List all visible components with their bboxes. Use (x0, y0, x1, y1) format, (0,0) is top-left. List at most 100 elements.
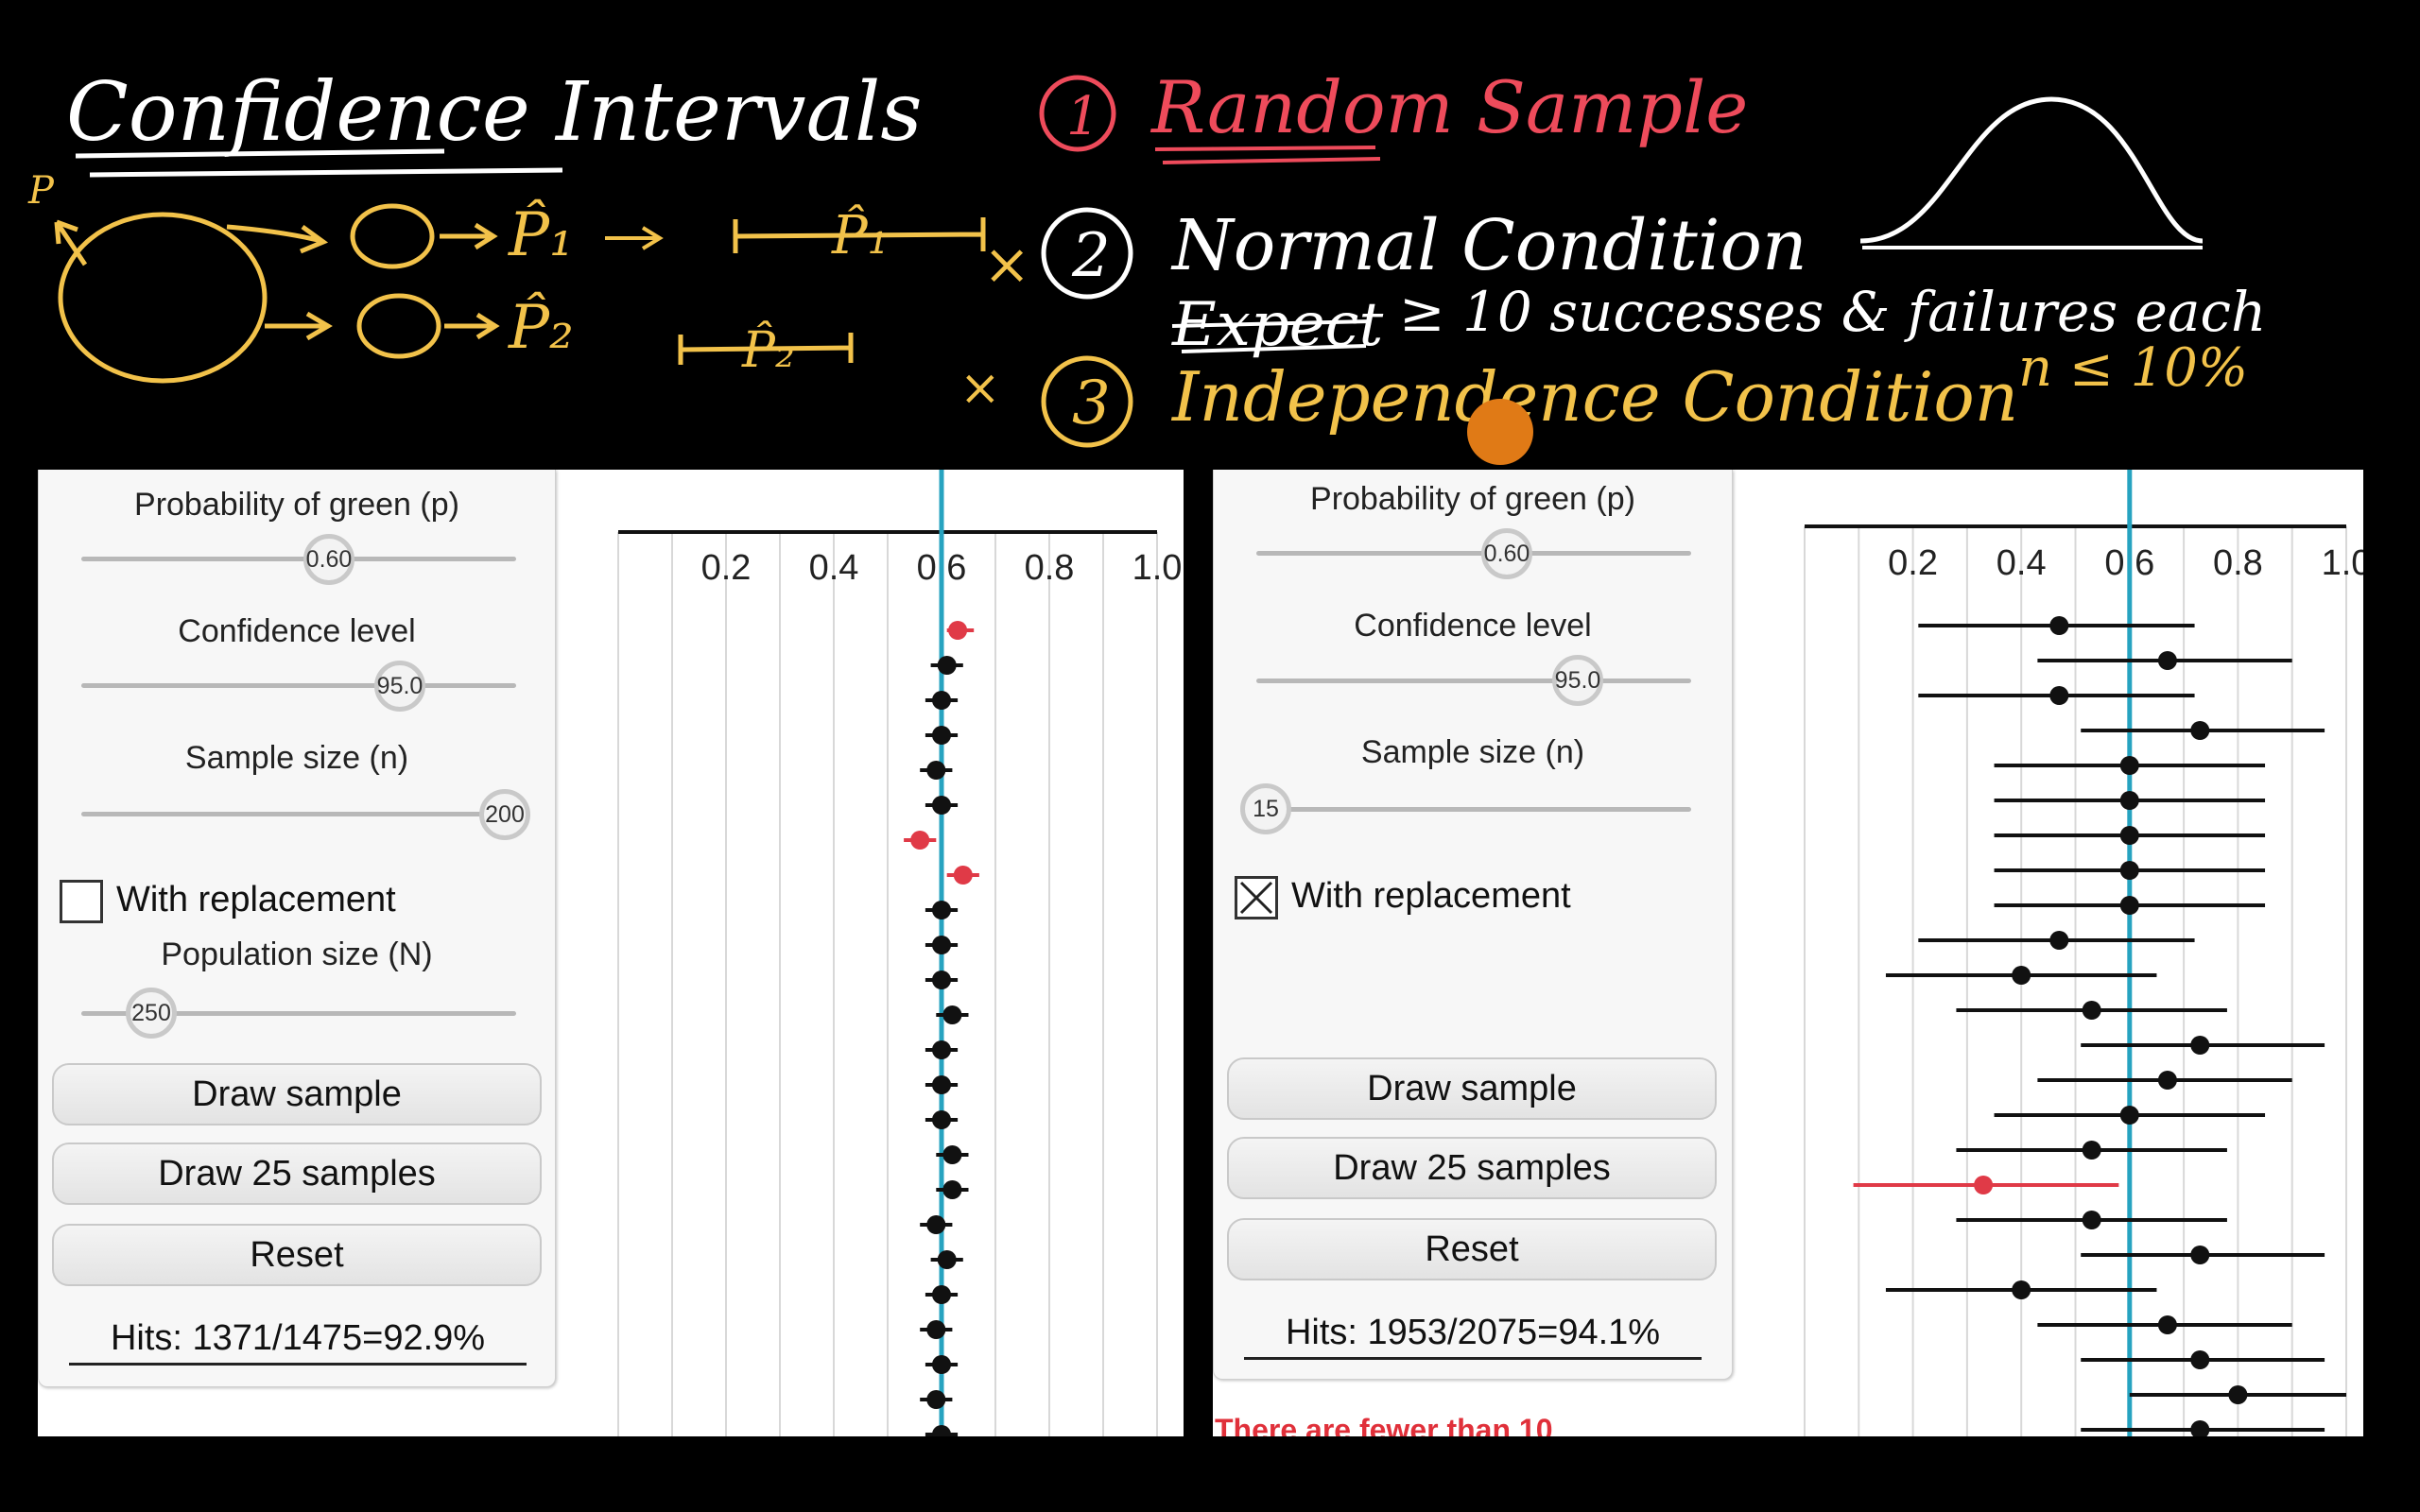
tick-label: 1.0 (1132, 548, 1183, 588)
hits-readout: Hits: 1371/1475=92.9% (69, 1318, 527, 1366)
size-slider-knob[interactable]: 200 (479, 789, 530, 840)
interval-point (2119, 756, 2139, 775)
interval-point (937, 656, 957, 675)
prob-slider-knob[interactable]: 0.60 (303, 534, 354, 585)
interval-point (2082, 1001, 2101, 1020)
sample-circle-1 (350, 203, 435, 269)
sample-arrow-2 (265, 311, 333, 341)
replacement-checkbox[interactable] (60, 880, 103, 923)
conf-label: Confidence level (1354, 608, 1592, 644)
interval-point (948, 621, 968, 640)
p-label: P (27, 169, 55, 213)
draw-25-samples-button[interactable]: Draw 25 samples (52, 1143, 542, 1205)
cond3-detail: n ≤ 10% (2018, 337, 2248, 399)
interval-point (932, 936, 951, 954)
right-simulation-panel: Probability of green (p) 0.60 Confidence… (1213, 470, 2363, 1436)
size-slider-track[interactable] (81, 812, 516, 816)
tick-label: 0.2 (701, 548, 752, 588)
interval-point (932, 901, 951, 919)
interval-point (953, 866, 973, 885)
interval-point (932, 971, 951, 989)
draw-25-samples-button[interactable]: Draw 25 samples (1227, 1137, 1717, 1199)
left-controls: Probability of green (p) 0.60 Confidence… (38, 470, 556, 1387)
prob-slider-track[interactable] (1256, 551, 1691, 556)
hits-readout: Hits: 1953/2075=94.1% (1244, 1313, 1702, 1360)
phat1-label: P̂₁ (508, 199, 574, 270)
interval-point (926, 761, 946, 780)
pop-slider-knob[interactable]: 250 (126, 988, 177, 1039)
interval-point (2082, 1211, 2101, 1229)
interval-point (2012, 1280, 2031, 1299)
replacement-label: With replacement (116, 880, 396, 919)
tick-label: 0.2 (1888, 543, 1938, 583)
size-slider-knob[interactable]: 15 (1240, 783, 1291, 834)
num2: 2 (1071, 221, 1111, 291)
notes-title: Confidence Intervals (66, 65, 922, 160)
conf-slider-knob[interactable]: 95.0 (374, 661, 425, 712)
cond3-text: Independence Condition (1170, 357, 2018, 437)
size-label: Sample size (n) (1360, 734, 1585, 770)
interval-point (1974, 1176, 1994, 1194)
reset-button[interactable]: Reset (52, 1224, 542, 1286)
checkmark-x-icon (1239, 881, 1273, 915)
interval-point (2190, 1420, 2210, 1436)
interval-point (942, 1005, 962, 1024)
tick-label: 0.4 (809, 548, 859, 588)
interval-point (932, 1425, 951, 1436)
interval-point (932, 1355, 951, 1374)
reset-button[interactable]: Reset (1227, 1218, 1717, 1280)
interval-point (2082, 1141, 2101, 1160)
interval-point (926, 1390, 946, 1409)
interval-phat1: P̂₁ (831, 203, 889, 266)
interval-point (2190, 1350, 2210, 1369)
replacement-checkbox[interactable] (1235, 876, 1278, 919)
interval-point (2228, 1385, 2248, 1404)
draw-sample-button[interactable]: Draw sample (1227, 1057, 1717, 1120)
num1: 1 (1066, 86, 1100, 147)
left-interval-plot: 0.2 0.4 0.6 0.8 1.0 (617, 470, 1183, 1436)
interval-point (2157, 651, 2177, 670)
size-label: Sample size (n) (184, 740, 409, 776)
interval-point (2190, 1246, 2210, 1264)
phat1-arrow (605, 226, 664, 250)
interval-point (932, 691, 951, 710)
interval-point (2119, 896, 2139, 915)
conf-slider-knob[interactable]: 95.0 (1552, 655, 1603, 706)
sample-circle-2 (356, 293, 441, 359)
phat2-label: P̂₂ (508, 292, 574, 363)
to-phat-arrows (440, 222, 500, 340)
interval-point (2012, 966, 2031, 985)
interval-point (2119, 826, 2139, 845)
replacement-label: With replacement (1291, 876, 1571, 916)
prob-slider-knob[interactable]: 0.60 (1481, 528, 1532, 579)
interval-point (926, 1320, 946, 1339)
cond2-detail: ≥ 10 successes & failures each (1399, 280, 2266, 344)
prob-slider-track[interactable] (81, 557, 516, 561)
right-interval-plot: 0.2 0.4 0.6 0.8 1.0 (1804, 470, 2363, 1436)
conf-slider-track[interactable] (81, 683, 516, 688)
interval-point (932, 726, 951, 745)
interval-point (2119, 861, 2139, 880)
tick-label: 0.8 (1025, 548, 1075, 588)
cond2-text: Normal Condition (1170, 205, 1807, 286)
interval-point (2049, 616, 2069, 635)
tick-label: 0.8 (2213, 543, 2263, 583)
bell-curve (1859, 96, 2204, 244)
draw-sample-button[interactable]: Draw sample (52, 1063, 542, 1125)
interval-point (2049, 931, 2069, 950)
interval-point (910, 831, 930, 850)
prob-label: Probability of green (p) (1310, 481, 1635, 517)
prob-label: Probability of green (p) (134, 487, 459, 523)
x-mark-1: × (983, 232, 1030, 298)
interval-phat2: P̂₂ (741, 321, 795, 379)
size-slider-track[interactable] (1256, 807, 1691, 812)
cond1-underline (1154, 146, 1381, 164)
population-circle (58, 212, 268, 384)
conf-slider-track[interactable] (1256, 679, 1691, 683)
handwritten-notes: Confidence Intervals P P̂₁ P̂₂ P̂₁ P̂₂ ×… (27, 65, 2266, 448)
tick-label: 1.0 (2322, 543, 2363, 583)
interval-point (2119, 1106, 2139, 1125)
cond1-text: Random Sample (1150, 65, 1748, 149)
right-controls: Probability of green (p) 0.60 Confidence… (1213, 470, 1733, 1380)
interval-point (926, 1215, 946, 1234)
